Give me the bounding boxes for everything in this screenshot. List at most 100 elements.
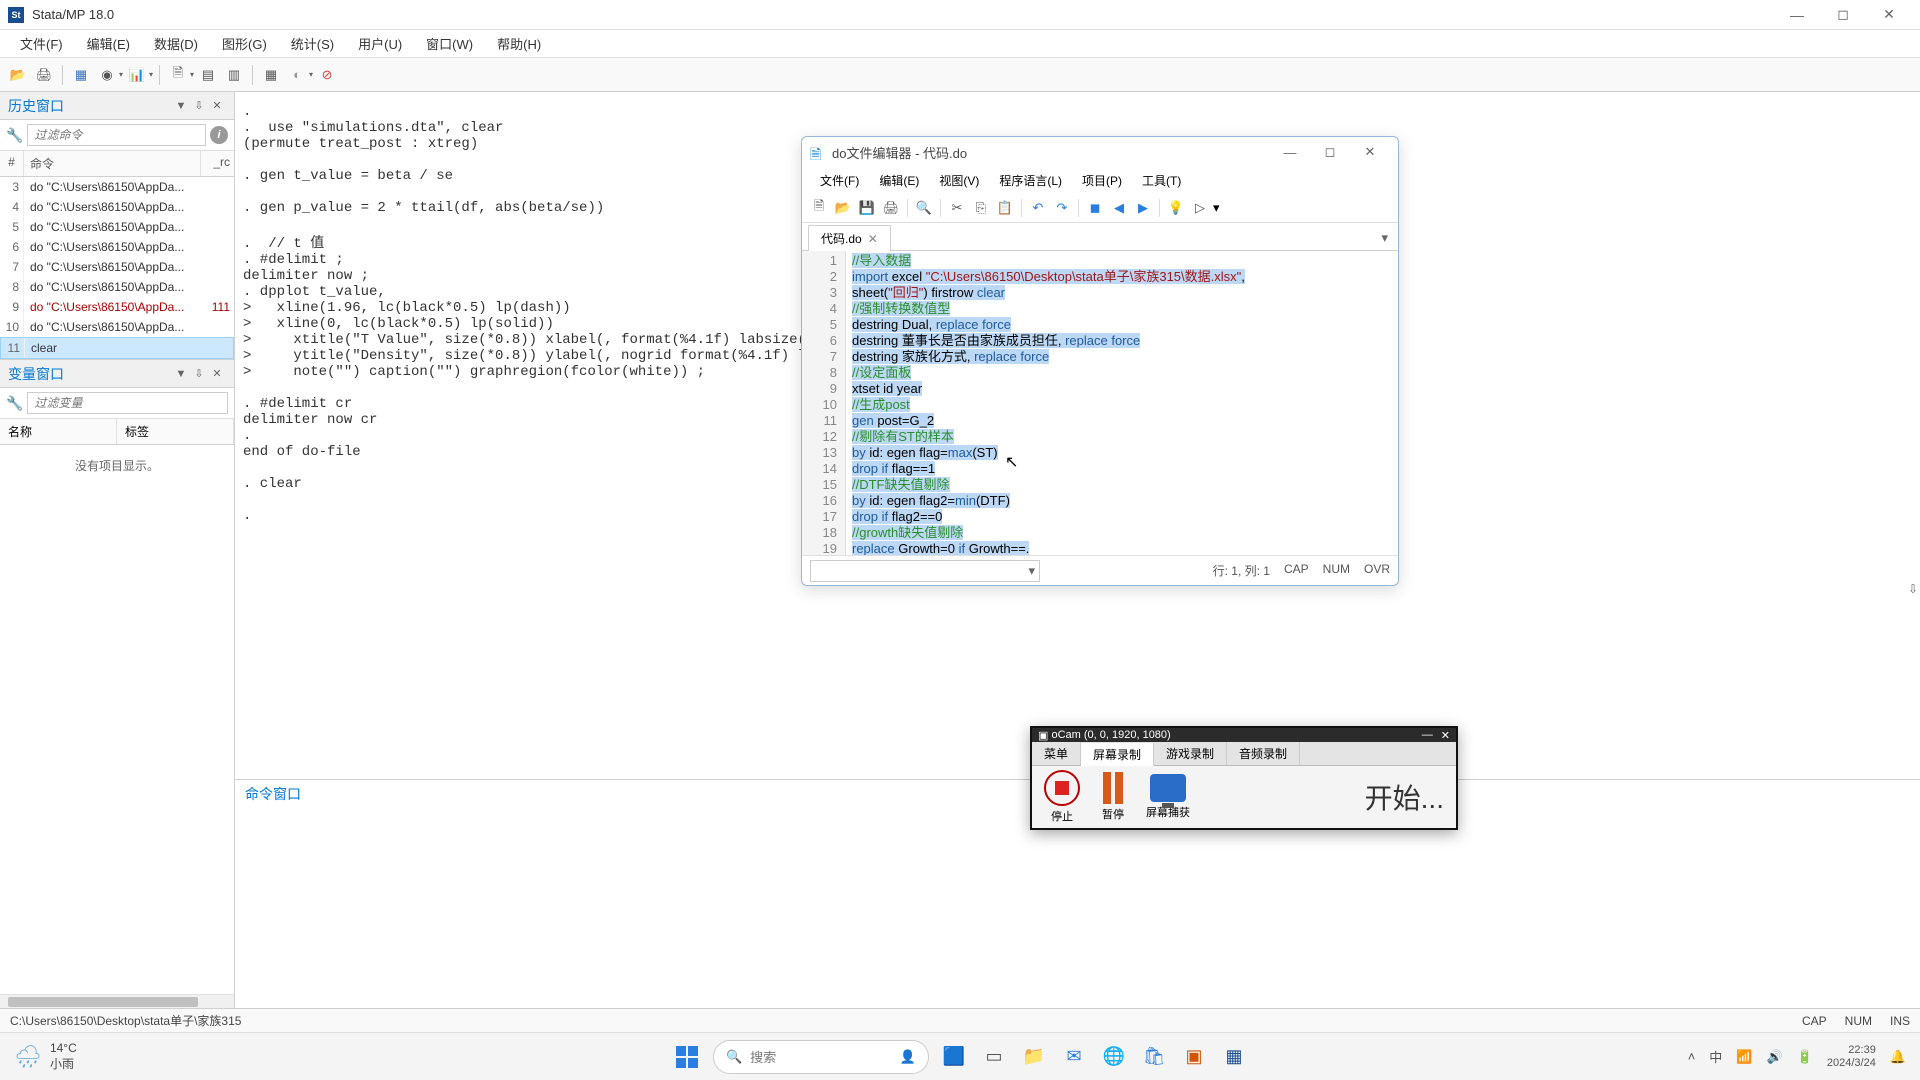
graph-icon[interactable]: 📊 bbox=[125, 63, 149, 87]
open-file-icon[interactable]: 📂 bbox=[832, 197, 854, 219]
menu-item[interactable]: 编辑(E) bbox=[75, 30, 142, 57]
menu-item[interactable]: 项目(P) bbox=[1072, 169, 1132, 192]
taskbar-search[interactable]: 🔍 搜索 👤 bbox=[713, 1040, 929, 1074]
bookmark-toggle-icon[interactable]: ◼ bbox=[1084, 197, 1106, 219]
do-maximize-button[interactable]: ◻ bbox=[1310, 139, 1350, 165]
menu-item[interactable]: 用户(U) bbox=[346, 30, 414, 57]
code-editor[interactable]: //导入数据import excel "C:\Users\86150\Deskt… bbox=[846, 251, 1398, 555]
pin-indicator-icon[interactable]: ⇩ bbox=[1908, 582, 1918, 596]
close-button[interactable]: ✕ bbox=[1866, 1, 1912, 29]
horizontal-scrollbar[interactable] bbox=[0, 994, 234, 1008]
taskbar-app-edge[interactable]: 🌐 bbox=[1099, 1042, 1129, 1072]
run-dropdown-icon[interactable]: ▾ bbox=[1213, 200, 1220, 216]
menu-item[interactable]: 文件(F) bbox=[810, 169, 869, 192]
history-row[interactable]: 7do "C:\Users\86150\AppDa... bbox=[0, 257, 234, 277]
ime-indicator[interactable]: 中 bbox=[1709, 1047, 1722, 1066]
ocam-minimize-icon[interactable]: — bbox=[1422, 729, 1433, 742]
break-icon[interactable]: ⊘ bbox=[315, 63, 339, 87]
copy-icon[interactable]: ⎘ bbox=[970, 197, 992, 219]
taskbar-app-explorer[interactable]: ▭ bbox=[979, 1042, 1009, 1072]
volume-icon[interactable]: 🔊 bbox=[1767, 1049, 1783, 1065]
history-row[interactable]: 5do "C:\Users\86150\AppDa... bbox=[0, 217, 234, 237]
history-row[interactable]: 10do "C:\Users\86150\AppDa... bbox=[0, 317, 234, 337]
menu-item[interactable]: 帮助(H) bbox=[485, 30, 553, 57]
weather-widget[interactable]: 🌧 14°C 小雨 bbox=[14, 1041, 77, 1072]
log-icon[interactable]: ▦ bbox=[69, 63, 93, 87]
menu-item[interactable]: 程序语言(L) bbox=[989, 169, 1072, 192]
table-icon[interactable]: ▦ bbox=[259, 63, 283, 87]
battery-icon[interactable]: 🔋 bbox=[1797, 1049, 1813, 1065]
taskbar-app-files[interactable]: 📁 bbox=[1019, 1042, 1049, 1072]
pin-icon[interactable]: ⇩ bbox=[190, 365, 208, 383]
do-close-button[interactable]: ✕ bbox=[1350, 139, 1390, 165]
ocam-close-icon[interactable]: ✕ bbox=[1441, 729, 1450, 742]
run-icon[interactable]: ▷ bbox=[1189, 197, 1211, 219]
filter-icon[interactable]: ▼ bbox=[172, 365, 190, 383]
taskbar-app-mail[interactable]: ✉ bbox=[1059, 1042, 1089, 1072]
variables-filter-input[interactable] bbox=[27, 392, 228, 414]
close-panel-icon[interactable]: ✕ bbox=[208, 97, 226, 115]
menu-item[interactable]: 编辑(E) bbox=[869, 169, 929, 192]
command-input[interactable] bbox=[235, 808, 1920, 1008]
history-row[interactable]: 11clear bbox=[0, 337, 234, 359]
save-icon[interactable]: 💾 bbox=[856, 197, 878, 219]
do-minimize-button[interactable]: — bbox=[1270, 139, 1310, 165]
open-icon[interactable]: 📂 bbox=[6, 63, 30, 87]
ocam-tab[interactable]: 游戏录制 bbox=[1154, 742, 1227, 765]
wrench-icon[interactable]: 🔧 bbox=[6, 395, 23, 412]
taskbar-app-store[interactable]: 🛍 bbox=[1139, 1042, 1169, 1072]
redo-icon[interactable]: ↷ bbox=[1051, 197, 1073, 219]
ocam-tab[interactable]: 音频录制 bbox=[1227, 742, 1300, 765]
taskbar-clock[interactable]: 22:39 2024/3/24 bbox=[1827, 1044, 1876, 1070]
ocam-stop-button[interactable]: 停止 bbox=[1044, 770, 1080, 824]
filter-icon[interactable]: ▼ bbox=[172, 97, 190, 115]
find-icon[interactable]: 🔍 bbox=[913, 197, 935, 219]
tab-close-icon[interactable]: ✕ bbox=[868, 232, 878, 246]
dofile-new-icon[interactable]: 🗎 bbox=[166, 63, 190, 87]
start-button[interactable] bbox=[671, 1041, 703, 1073]
print-icon[interactable]: 🖨 bbox=[32, 63, 56, 87]
ocam-capture-button[interactable]: 屏幕捕获 bbox=[1146, 774, 1190, 820]
goto-combo[interactable]: ▾ bbox=[810, 560, 1040, 582]
pin-icon[interactable]: ⇩ bbox=[190, 97, 208, 115]
notifications-icon[interactable]: 🔔 bbox=[1890, 1049, 1906, 1065]
history-filter-input[interactable] bbox=[27, 124, 206, 146]
menu-item[interactable]: 文件(F) bbox=[8, 30, 75, 57]
bookmark-prev-icon[interactable]: ◀ bbox=[1108, 197, 1130, 219]
bookmark-next-icon[interactable]: ▶ bbox=[1132, 197, 1154, 219]
help-icon[interactable]: 💡 bbox=[1165, 197, 1187, 219]
tab-list-dropdown-icon[interactable]: ▾ bbox=[1377, 226, 1392, 250]
history-row[interactable]: 3do "C:\Users\86150\AppDa... bbox=[0, 177, 234, 197]
wifi-icon[interactable]: 📶 bbox=[1736, 1049, 1752, 1065]
ocam-tab[interactable]: 菜单 bbox=[1032, 742, 1081, 765]
print-icon[interactable]: 🖨 bbox=[880, 197, 902, 219]
taskbar-app-powerpoint[interactable]: ▣ bbox=[1179, 1042, 1209, 1072]
data-editor-icon[interactable]: ▤ bbox=[196, 63, 220, 87]
viewer-icon[interactable]: ◉ bbox=[95, 63, 119, 87]
do-tab-active[interactable]: 代码.do ✕ bbox=[808, 225, 891, 251]
taskbar-app-stata[interactable]: ▦ bbox=[1219, 1042, 1249, 1072]
ocam-tab[interactable]: 屏幕录制 bbox=[1081, 743, 1154, 766]
history-row[interactable]: 9do "C:\Users\86150\AppDa...111 bbox=[0, 297, 234, 317]
close-panel-icon[interactable]: ✕ bbox=[208, 365, 226, 383]
history-row[interactable]: 8do "C:\Users\86150\AppDa... bbox=[0, 277, 234, 297]
undo-icon[interactable]: ↶ bbox=[1027, 197, 1049, 219]
new-file-icon[interactable]: 🗎 bbox=[808, 197, 830, 219]
history-row[interactable]: 4do "C:\Users\86150\AppDa... bbox=[0, 197, 234, 217]
tray-chevron-icon[interactable]: ˄ bbox=[1688, 1049, 1696, 1064]
history-row[interactable]: 6do "C:\Users\86150\AppDa... bbox=[0, 237, 234, 257]
more-icon[interactable]: ◐ bbox=[285, 63, 309, 87]
paste-icon[interactable]: 📋 bbox=[994, 197, 1016, 219]
info-icon[interactable]: i bbox=[210, 126, 228, 144]
menu-item[interactable]: 窗口(W) bbox=[414, 30, 485, 57]
taskbar-app-copilot[interactable]: 🟦 bbox=[939, 1042, 969, 1072]
cut-icon[interactable]: ✂ bbox=[946, 197, 968, 219]
menu-item[interactable]: 统计(S) bbox=[279, 30, 346, 57]
menu-item[interactable]: 图形(G) bbox=[210, 30, 279, 57]
ocam-pause-button[interactable]: 暂停 bbox=[1102, 772, 1124, 822]
menu-item[interactable]: 数据(D) bbox=[142, 30, 210, 57]
menu-item[interactable]: 视图(V) bbox=[929, 169, 989, 192]
wrench-icon[interactable]: 🔧 bbox=[6, 127, 23, 144]
maximize-button[interactable]: ◻ bbox=[1820, 1, 1866, 29]
data-browser-icon[interactable]: ▥ bbox=[222, 63, 246, 87]
